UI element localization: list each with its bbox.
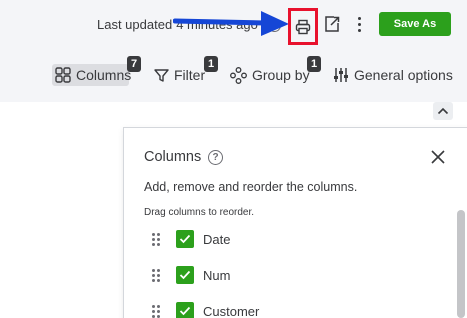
drag-handle-icon[interactable] [152, 232, 162, 246]
close-panel-button[interactable] [428, 147, 448, 167]
more-dot-icon [357, 22, 361, 26]
more-dot-icon [357, 28, 361, 32]
toolbar-group-by-label: Group by [252, 67, 310, 83]
column-item-customer[interactable]: Customer [152, 301, 259, 318]
columns-panel: Columns ? Add, remove and reorder the co… [123, 127, 467, 318]
save-as-button[interactable]: Save As [379, 12, 451, 36]
group-by-icon [230, 66, 247, 84]
filter-count-badge: 1 [204, 56, 218, 72]
columns-count-badge: 7 [127, 56, 141, 72]
annotation-arrow [173, 11, 289, 36]
column-item-date[interactable]: Date [152, 229, 230, 249]
last-updated-label: Last updated [97, 17, 173, 32]
toolbar-columns-label: Columns [76, 67, 132, 83]
help-icon[interactable]: ? [208, 150, 223, 165]
collapse-toolbar-button[interactable] [433, 102, 453, 120]
column-checkbox[interactable] [176, 302, 194, 318]
column-item-num[interactable]: Num [152, 265, 230, 285]
column-label: Date [203, 231, 231, 247]
toolbar-group-by-button[interactable]: Group by [230, 64, 310, 86]
column-checkbox[interactable] [176, 230, 194, 248]
toolbar-filter-button[interactable]: Filter [154, 64, 205, 86]
group-by-count-badge: 1 [307, 56, 321, 72]
filter-icon [154, 68, 169, 83]
checkmark-icon [179, 234, 191, 244]
sliders-icon [333, 67, 349, 83]
toolbar-general-options-label: General options [354, 67, 453, 83]
column-label: Num [203, 267, 231, 283]
chevron-up-icon [437, 107, 449, 115]
print-button[interactable] [288, 8, 318, 45]
columns-panel-hint: Drag columns to reorder. [144, 207, 255, 218]
column-label: Customer [203, 303, 260, 318]
column-checkbox[interactable] [176, 266, 194, 284]
checkmark-icon [179, 306, 191, 316]
export-button[interactable] [323, 14, 341, 34]
drag-handle-icon[interactable] [152, 304, 162, 318]
checkmark-icon [179, 270, 191, 280]
toolbar-columns-button[interactable]: Columns [52, 64, 132, 86]
toolbar-filter-label: Filter [174, 67, 206, 83]
more-dot-icon [357, 16, 361, 20]
grid-icon [55, 67, 71, 83]
toolbar-general-options-button[interactable]: General options [333, 64, 453, 86]
panel-scrollbar[interactable] [457, 210, 465, 318]
columns-panel-description: Add, remove and reorder the columns. [144, 180, 358, 194]
printer-icon [295, 19, 311, 34]
export-icon [325, 16, 340, 32]
close-icon [431, 150, 445, 164]
columns-panel-title: Columns [144, 149, 202, 165]
more-options-button[interactable] [352, 14, 366, 34]
drag-handle-icon[interactable] [152, 268, 162, 282]
